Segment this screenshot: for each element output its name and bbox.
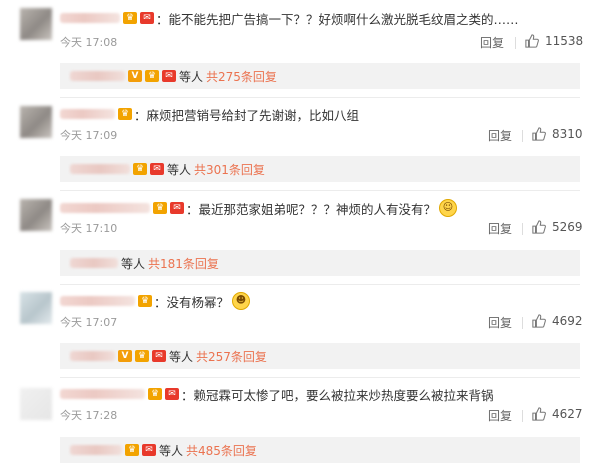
- reply-etal: 等人: [169, 349, 194, 364]
- thumbs-up-icon: [532, 127, 546, 141]
- username[interactable]: [60, 389, 145, 399]
- like-button[interactable]: 11538: [525, 34, 583, 48]
- action-separator: [522, 223, 523, 235]
- thumbs-up-icon: [532, 407, 546, 421]
- reply-summary[interactable]: V ♛ ✉ 等人 共275条回复: [60, 63, 580, 89]
- avatar[interactable]: [20, 106, 52, 138]
- grin-emoji-icon: ☻: [232, 292, 251, 310]
- comment-text: ：赖冠霖可太惨了吧，要么被拉来炒热度要么被拉来背锅: [181, 387, 494, 403]
- crown-badge-icon: ♛: [148, 388, 162, 400]
- reply-total-link[interactable]: 共301条回复: [194, 161, 265, 178]
- red-envelope-badge-icon: ✉: [140, 12, 154, 24]
- comment-text: ：最近那范家姐弟呢？？？神烦的人有没有？: [186, 201, 437, 217]
- comment-divider: [60, 97, 580, 98]
- red-envelope-badge-icon: ✉: [152, 350, 166, 362]
- avatar[interactable]: [20, 292, 52, 324]
- reply-usernames[interactable]: [70, 258, 118, 268]
- comment-header: ♛ ✉ ：最近那范家姐弟呢？？？神烦的人有没有？ ☺: [60, 198, 458, 218]
- like-button[interactable]: 4627: [532, 407, 583, 421]
- like-count: 11538: [545, 34, 584, 48]
- reply-usernames[interactable]: [70, 445, 122, 455]
- avatar[interactable]: [20, 388, 52, 420]
- comment-time: 今天 17:07: [60, 316, 118, 329]
- red-envelope-badge-icon: ✉: [150, 163, 164, 175]
- reply-button[interactable]: 回复: [488, 314, 512, 331]
- like-count: 8310: [552, 127, 583, 141]
- action-separator: [522, 317, 523, 329]
- comment-divider: [60, 377, 580, 378]
- crown-badge-icon: ♛: [135, 350, 149, 362]
- reply-button[interactable]: 回复: [488, 127, 512, 144]
- crown-badge-icon: ♛: [125, 444, 139, 456]
- username[interactable]: [60, 203, 150, 213]
- like-count: 4627: [552, 407, 583, 421]
- thumbs-up-icon: [525, 34, 539, 48]
- reply-etal: 等人: [121, 256, 146, 271]
- comment-header: ♛ ✉ ：能不能先把广告搞一下？？好烦啊什么激光脱毛纹眉之类的……: [60, 8, 519, 28]
- reply-etal: 等人: [179, 69, 204, 84]
- crown-badge-icon: ♛: [123, 12, 137, 24]
- smiley-emoji-icon: ☺: [439, 199, 458, 217]
- username[interactable]: [60, 109, 115, 119]
- verified-v-icon: V: [118, 350, 132, 362]
- like-count: 5269: [552, 220, 583, 234]
- like-count: 4692: [552, 314, 583, 328]
- action-separator: [522, 410, 523, 422]
- verified-v-icon: V: [128, 70, 142, 82]
- like-button[interactable]: 4692: [532, 314, 583, 328]
- reply-summary[interactable]: ♛ ✉ 等人 共301条回复: [60, 156, 580, 182]
- crown-badge-icon: ♛: [145, 70, 159, 82]
- reply-usernames[interactable]: [70, 164, 130, 174]
- reply-summary[interactable]: 等人 共181条回复: [60, 250, 580, 276]
- red-envelope-badge-icon: ✉: [142, 444, 156, 456]
- comment-time: 今天 17:08: [60, 36, 118, 49]
- comment-text: ：没有杨幂？: [154, 294, 230, 310]
- crown-badge-icon: ♛: [153, 202, 167, 214]
- thumbs-up-icon: [532, 314, 546, 328]
- comment-time: 今天 17:28: [60, 409, 118, 422]
- username[interactable]: [60, 13, 120, 23]
- reply-button[interactable]: 回复: [480, 34, 504, 51]
- crown-badge-icon: ♛: [118, 108, 132, 120]
- reply-button[interactable]: 回复: [488, 407, 512, 424]
- comment-header: ♛ ：没有杨幂？ ☻: [60, 291, 251, 311]
- comment-text: ：麻烦把营销号给封了先谢谢，比如八组: [134, 107, 360, 123]
- comment-divider: [60, 284, 580, 285]
- red-envelope-badge-icon: ✉: [165, 388, 179, 400]
- comment-divider: [60, 190, 580, 191]
- action-separator: [522, 130, 523, 142]
- reply-etal: 等人: [167, 162, 192, 177]
- reply-usernames[interactable]: [70, 351, 115, 361]
- reply-usernames[interactable]: [70, 71, 125, 81]
- like-button[interactable]: 8310: [532, 127, 583, 141]
- action-separator: [515, 37, 516, 49]
- reply-button[interactable]: 回复: [488, 220, 512, 237]
- reply-total-link[interactable]: 共257条回复: [196, 348, 267, 365]
- reply-total-link[interactable]: 共181条回复: [148, 255, 219, 272]
- thumbs-up-icon: [532, 220, 546, 234]
- avatar[interactable]: [20, 199, 52, 231]
- comment-header: ♛ ✉ ：赖冠霖可太惨了吧，要么被拉来炒热度要么被拉来背锅: [60, 384, 494, 404]
- avatar[interactable]: [20, 8, 52, 40]
- reply-summary[interactable]: ♛ ✉ 等人 共485条回复: [60, 437, 580, 463]
- reply-etal: 等人: [159, 443, 184, 458]
- like-button[interactable]: 5269: [532, 220, 583, 234]
- red-envelope-badge-icon: ✉: [170, 202, 184, 214]
- crown-badge-icon: ♛: [138, 295, 152, 307]
- red-envelope-badge-icon: ✉: [162, 70, 176, 82]
- reply-summary[interactable]: V ♛ ✉ 等人 共257条回复: [60, 343, 580, 369]
- comment-time: 今天 17:09: [60, 129, 118, 142]
- crown-badge-icon: ♛: [133, 163, 147, 175]
- comment-text: ：能不能先把广告搞一下？？好烦啊什么激光脱毛纹眉之类的……: [156, 11, 519, 27]
- comment-time: 今天 17:10: [60, 222, 118, 235]
- comment-header: ♛ ：麻烦把营销号给封了先谢谢，比如八组: [60, 104, 359, 124]
- reply-total-link[interactable]: 共485条回复: [186, 442, 257, 459]
- username[interactable]: [60, 296, 135, 306]
- reply-total-link[interactable]: 共275条回复: [206, 68, 277, 85]
